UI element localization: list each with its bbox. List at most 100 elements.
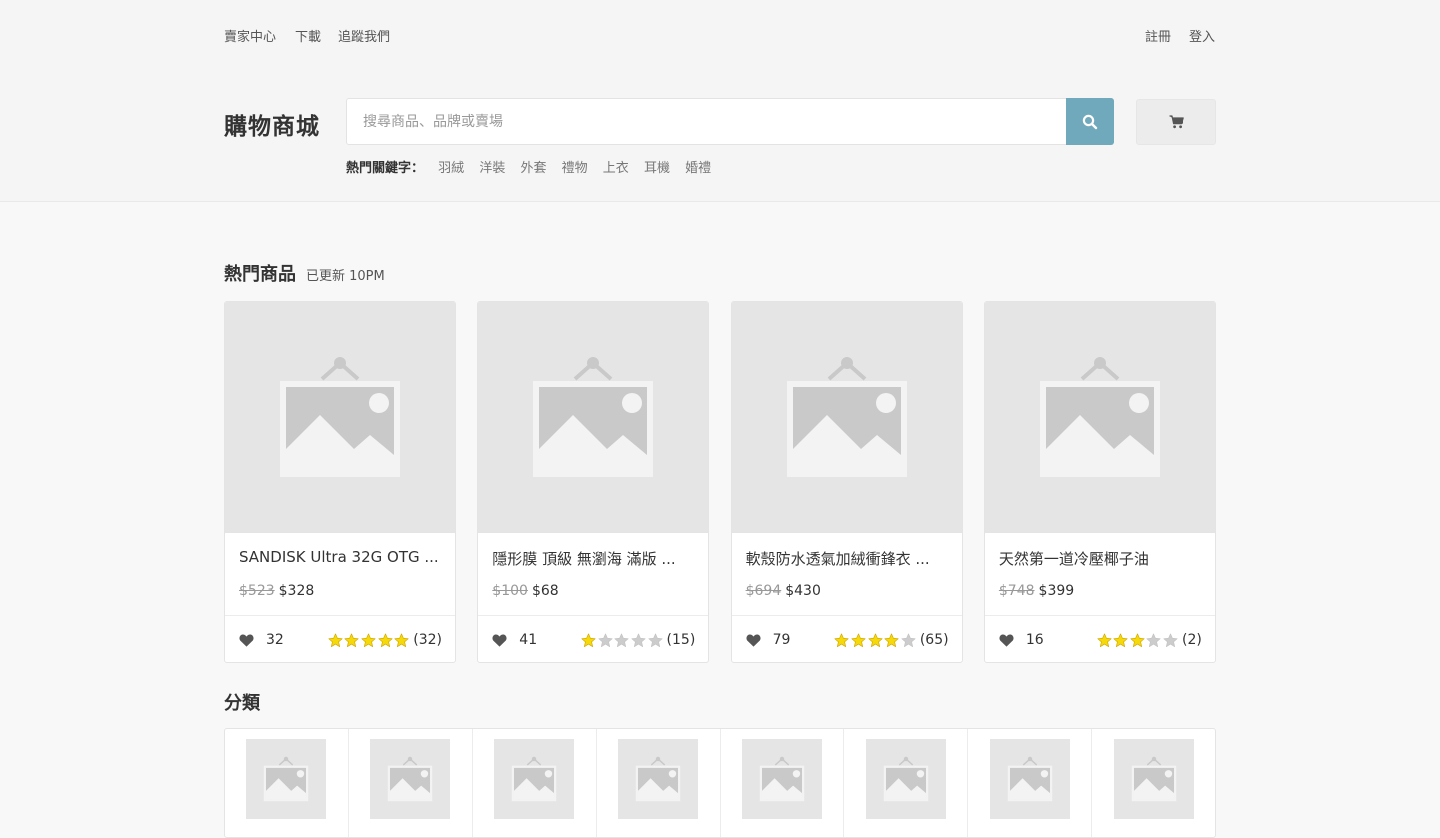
star-filled-icon <box>378 633 393 647</box>
product-name[interactable]: SANDISK Ultra 32G OTG ... <box>239 548 444 566</box>
image-placeholder-icon <box>1131 756 1176 802</box>
review-count: (65) <box>919 632 949 648</box>
heart-icon[interactable] <box>239 634 254 647</box>
star-empty-icon <box>1146 633 1161 647</box>
seller-center-link[interactable]: 賣家中心 <box>224 26 276 45</box>
product-image[interactable] <box>478 302 709 533</box>
image-placeholder-icon <box>533 357 654 477</box>
hot-section-heading: 熱門商品 已更新 10PM <box>224 260 385 286</box>
search-icon <box>1082 114 1098 129</box>
category-item[interactable] <box>968 729 1093 837</box>
product-name[interactable]: 隱形膜 頂級 無瀏海 滿版 ... <box>492 548 697 569</box>
image-placeholder-icon <box>635 756 681 802</box>
product-footer: 32 (32) <box>225 615 455 662</box>
image-placeholder-icon <box>759 756 805 802</box>
star-empty-icon <box>648 633 663 647</box>
product-card[interactable]: 天然第一道冷壓椰子油 $748 $399 16 (2) <box>983 301 1216 663</box>
star-rating <box>833 633 916 648</box>
image-placeholder-icon <box>264 756 309 802</box>
category-item[interactable] <box>844 729 969 837</box>
product-card[interactable]: 隱形膜 頂級 無瀏海 滿版 ... $100 $68 41 (15) <box>477 301 710 663</box>
category-section-title: 分類 <box>224 693 260 714</box>
review-count: (32) <box>413 632 442 648</box>
star-filled-icon <box>868 633 883 647</box>
like-count[interactable]: 16 <box>999 632 1044 648</box>
site-logo[interactable]: 購物商城 <box>224 107 320 141</box>
keyword-link[interactable]: 洋裝 <box>479 161 505 176</box>
star-filled-icon <box>1130 633 1145 647</box>
star-filled-icon <box>394 633 409 647</box>
image-placeholder-icon <box>511 756 557 802</box>
keyword-link[interactable]: 婚禮 <box>685 161 711 176</box>
original-price: $748 <box>998 583 1035 599</box>
review-count: (15) <box>666 632 696 648</box>
product-grid: SANDISK Ultra 32G OTG ... $523 $328 32 (32) 隱… <box>224 301 1216 663</box>
keyword-link[interactable]: 外套 <box>520 161 546 176</box>
heart-icon[interactable] <box>999 634 1014 647</box>
heart-icon[interactable] <box>746 634 761 647</box>
category-image[interactable] <box>494 739 575 819</box>
original-price: $523 <box>239 583 275 599</box>
image-placeholder-icon <box>1007 756 1052 802</box>
star-rating <box>326 633 409 648</box>
like-count[interactable]: 32 <box>239 632 284 648</box>
original-price: $694 <box>745 583 782 599</box>
like-count[interactable]: 79 <box>746 632 790 648</box>
category-item[interactable] <box>225 729 349 837</box>
category-item[interactable] <box>473 729 597 837</box>
like-count[interactable]: 41 <box>492 632 537 648</box>
product-image[interactable] <box>731 302 962 533</box>
hot-section-title: 熱門商品 <box>224 264 296 285</box>
category-item[interactable] <box>721 729 845 837</box>
image-placeholder-icon <box>883 756 929 802</box>
product-image[interactable] <box>984 302 1215 533</box>
product-name[interactable]: 軟殼防水透氣加絨衝鋒衣 ... <box>746 548 951 569</box>
keyword-link[interactable]: 羽絨 <box>438 161 464 176</box>
search-field[interactable] <box>346 98 1067 145</box>
product-prices: $748 $399 <box>999 583 1074 599</box>
category-image[interactable] <box>246 739 327 819</box>
sale-price: $328 <box>278 583 315 599</box>
product-rating: (15) <box>580 632 696 648</box>
search-input[interactable] <box>347 99 1066 144</box>
image-placeholder-icon <box>388 756 433 802</box>
star-filled-icon <box>344 633 359 647</box>
product-card[interactable]: 軟殼防水透氣加絨衝鋒衣 ... $694 $430 79 (65) <box>730 301 963 663</box>
star-rating <box>580 633 663 648</box>
heart-icon[interactable] <box>492 634 507 647</box>
category-image[interactable] <box>618 739 699 819</box>
product-card[interactable]: SANDISK Ultra 32G OTG ... $523 $328 32 (32) <box>224 301 456 663</box>
cart-icon <box>1169 115 1184 129</box>
product-rating: (2) <box>1095 632 1202 648</box>
category-image[interactable] <box>370 739 451 819</box>
follow-us-link[interactable]: 追蹤我們 <box>338 26 390 45</box>
product-name[interactable]: 天然第一道冷壓椰子油 <box>999 548 1204 569</box>
keyword-link[interactable]: 上衣 <box>603 161 629 176</box>
star-filled-icon <box>581 633 596 647</box>
register-link[interactable]: 註冊 <box>1145 26 1171 45</box>
login-link[interactable]: 登入 <box>1189 26 1215 45</box>
hot-keywords-label: 熱門關鍵字： <box>346 161 425 176</box>
cart-button[interactable] <box>1136 99 1216 145</box>
image-placeholder-icon <box>280 357 400 477</box>
category-item[interactable] <box>349 729 473 837</box>
review-count: (2) <box>1182 632 1202 648</box>
download-link[interactable]: 下載 <box>295 26 321 45</box>
image-placeholder-icon <box>1039 357 1160 477</box>
star-filled-icon <box>884 633 899 647</box>
category-image[interactable] <box>865 739 946 819</box>
keyword-link[interactable]: 耳機 <box>644 161 670 176</box>
category-item[interactable] <box>1092 729 1215 837</box>
category-image[interactable] <box>741 739 822 819</box>
category-item[interactable] <box>597 729 721 837</box>
category-image[interactable] <box>989 739 1070 819</box>
image-placeholder-icon <box>786 357 907 477</box>
product-image[interactable] <box>225 302 455 533</box>
star-empty-icon <box>598 633 613 647</box>
category-strip <box>224 728 1216 838</box>
category-image[interactable] <box>1113 739 1194 819</box>
product-footer: 16 (2) <box>984 615 1215 662</box>
star-filled-icon <box>328 633 343 647</box>
keyword-link[interactable]: 禮物 <box>562 161 588 176</box>
search-button[interactable] <box>1066 98 1114 145</box>
